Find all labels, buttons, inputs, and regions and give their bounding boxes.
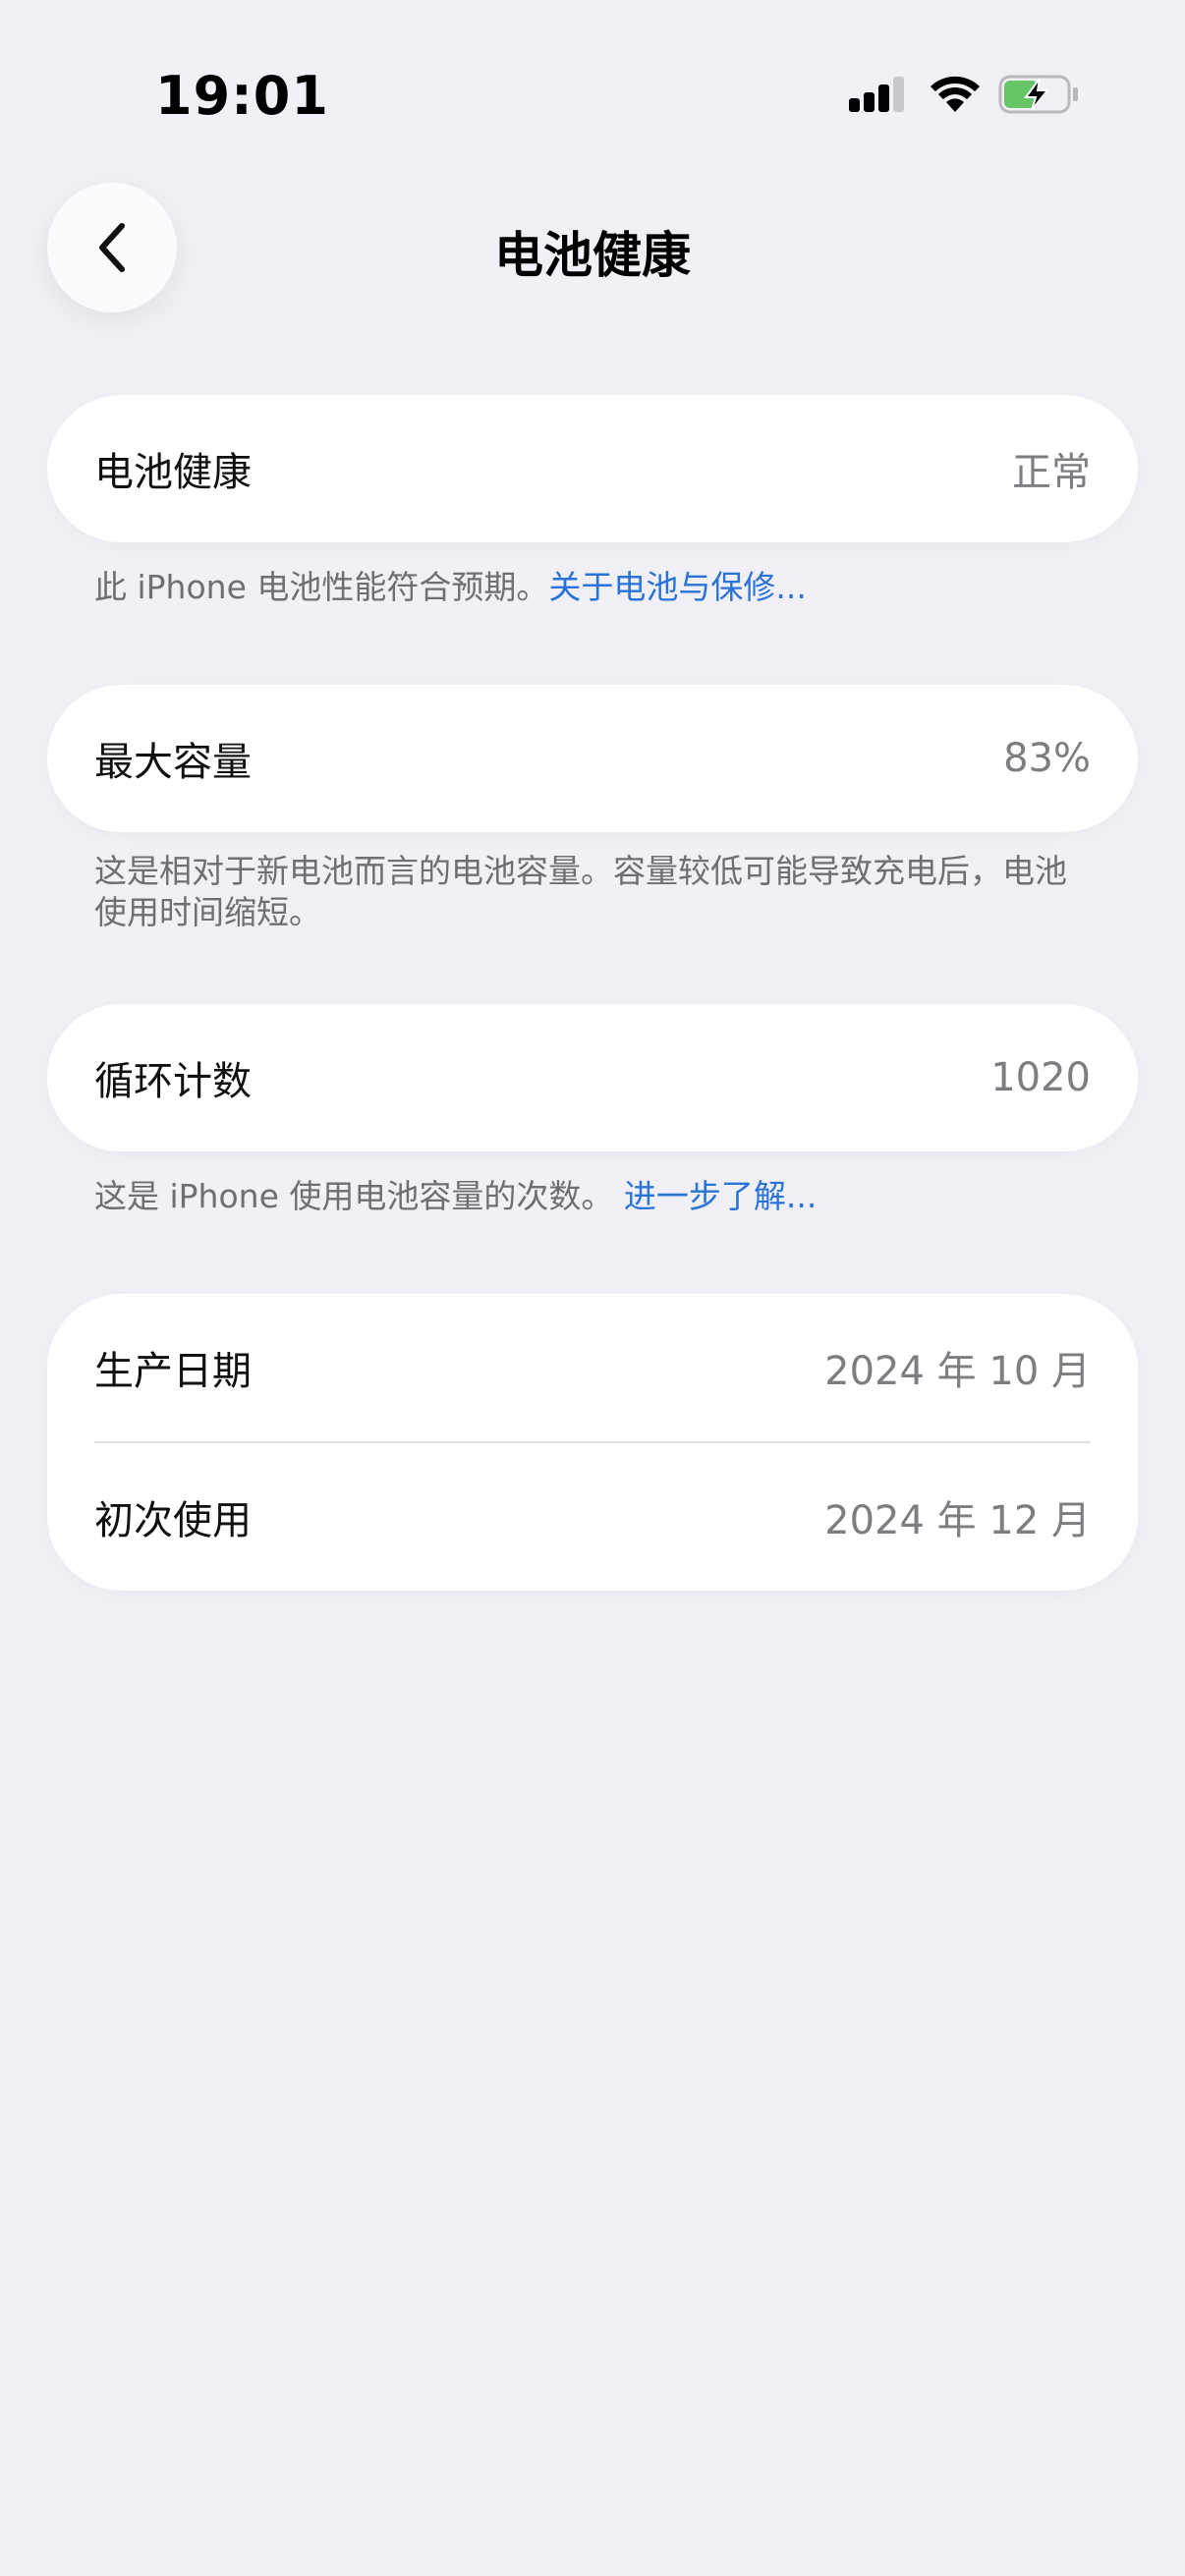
manufacture-date-value: 2024 年 10 月	[824, 1349, 1091, 1394]
max-capacity-row: 最大容量 83%	[47, 685, 1138, 832]
wifi-icon	[931, 76, 980, 112]
max-capacity-card: 最大容量 83%	[47, 685, 1138, 832]
battery-health-value: 正常	[1012, 450, 1091, 495]
cycle-count-label: 循环计数	[94, 1059, 252, 1104]
signal-icon	[849, 77, 904, 112]
cycle-count-note-text: 这是 iPhone 使用电池容量的次数。	[94, 1177, 614, 1215]
status-time: 19:01	[155, 65, 329, 127]
dates-card: 生产日期 2024 年 10 月 初次使用 2024 年 12 月	[47, 1294, 1138, 1591]
max-capacity-label: 最大容量	[94, 740, 252, 785]
page-title: 电池健康	[494, 227, 691, 284]
learn-more-link[interactable]: 进一步了解...	[624, 1177, 817, 1215]
max-capacity-note: 这是相对于新电池而言的电池容量。容量较低可能导致充电后，电池使用时间缩短。	[94, 852, 1067, 931]
max-capacity-value: 83%	[1003, 736, 1091, 781]
battery-warranty-link[interactable]: 关于电池与保修...	[548, 568, 806, 606]
cycle-count-card: 循环计数 1020	[47, 1004, 1138, 1151]
manufacture-date-label: 生产日期	[94, 1349, 252, 1394]
cycle-count-value: 1020	[990, 1055, 1091, 1100]
manufacture-date-row: 生产日期 2024 年 10 月	[47, 1294, 1138, 1441]
battery-health-note-text: 此 iPhone 电池性能符合预期。	[94, 568, 549, 606]
status-bar: 19:01	[0, 0, 1185, 187]
cycle-count-note: 这是 iPhone 使用电池容量的次数。 进一步了解...	[94, 1176, 1087, 1217]
cycle-count-row: 循环计数 1020	[47, 1004, 1138, 1151]
battery-charging-icon	[998, 75, 1078, 114]
first-use-row: 初次使用 2024 年 12 月	[47, 1443, 1138, 1591]
first-use-value: 2024 年 12 月	[824, 1498, 1091, 1543]
battery-health-card: 电池健康 正常	[47, 395, 1138, 542]
battery-health-label: 电池健康	[94, 450, 252, 495]
battery-health-note: 此 iPhone 电池性能符合预期。关于电池与保修...	[94, 567, 1087, 608]
first-use-label: 初次使用	[94, 1498, 252, 1543]
battery-health-row: 电池健康 正常	[47, 395, 1138, 542]
